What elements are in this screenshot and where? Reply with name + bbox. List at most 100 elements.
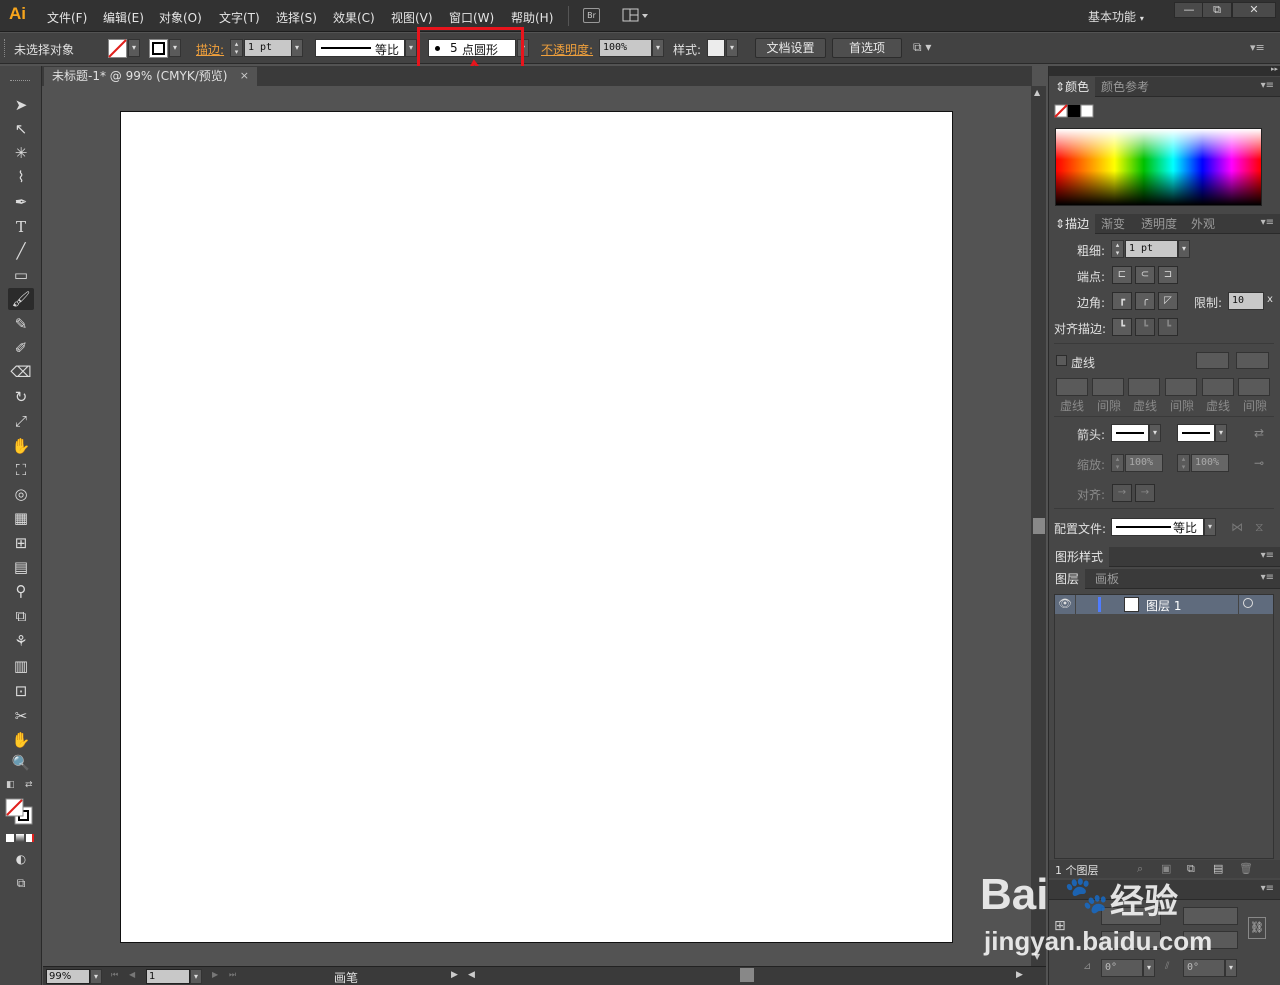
swap-colors-icon[interactable]: ⇄ [25,780,33,790]
panel-menu-icon[interactable]: ▾≡ [1250,41,1265,54]
opacity-field[interactable]: 100% [599,39,652,57]
align-center-icon[interactable]: ┗ [1112,318,1132,336]
hand-tool-icon[interactable]: ✋ [8,729,34,751]
last-artboard-icon[interactable]: ⏭ [229,970,236,980]
stroke-weight-field[interactable]: 1 pt [244,39,292,57]
swap-arrowheads-icon[interactable]: ⇄ [1254,426,1264,440]
butt-cap-icon[interactable]: ⊏ [1112,266,1132,284]
graphic-style-swatch[interactable] [707,39,725,57]
dash-field-2[interactable] [1128,378,1160,396]
weight-field[interactable]: 1 pt [1125,240,1178,258]
dash-field-3[interactable] [1202,378,1234,396]
minimize-button[interactable]: — [1174,2,1204,18]
rectangle-tool-icon[interactable]: ▭ [8,264,34,286]
artboard-dropdown[interactable]: ▾ [190,969,202,984]
color-spectrum[interactable] [1055,128,1262,206]
miter-join-icon[interactable]: ┏ [1112,292,1132,310]
direct-selection-tool-icon[interactable]: ↖ [8,118,34,140]
flip-along-icon[interactable]: ⋈ [1231,520,1243,534]
gap-field-2[interactable] [1165,378,1197,396]
layer-name[interactable]: 图层 1 [1146,597,1181,614]
magic-wand-tool-icon[interactable]: ✳ [8,142,34,164]
width-profile-dropdown[interactable]: ▾ [1204,518,1216,536]
menu-window[interactable]: 窗口(W) [449,9,494,26]
menu-edit[interactable]: 编辑(E) [103,9,144,26]
column-graph-tool-icon[interactable]: ▥ [8,655,34,677]
round-cap-icon[interactable]: ⊂ [1135,266,1155,284]
align-inside-icon[interactable]: ┗ [1135,318,1155,336]
stroke-weight-stepper[interactable]: ▴ ▾ [230,39,243,57]
align-outside-icon[interactable]: ┗ [1158,318,1178,336]
arrange-icon[interactable]: ⧉ ▾ [913,40,931,55]
opacity-label[interactable]: 不透明度: [541,41,593,58]
weight-dropdown[interactable]: ▾ [1178,240,1190,258]
start-arrowhead-dropdown[interactable]: ▾ [1149,424,1161,442]
default-colors-icon[interactable]: ◧ [6,780,15,790]
profile-dropdown[interactable]: ▾ [405,39,417,57]
rotate-tool-icon[interactable]: ↻ [8,386,34,408]
artboard-tool-icon[interactable]: ⊡ [8,680,34,702]
arrow-align-extend-icon[interactable]: → [1112,484,1132,502]
gradient-mode-icon[interactable] [16,834,24,842]
dashed-line-checkbox[interactable] [1056,355,1067,366]
tab-color-guide[interactable]: 颜色参考 [1095,77,1155,97]
scroll-left-icon[interactable]: ◀ [468,970,475,980]
workspace-switcher[interactable]: 基本功能 ▾ [1088,8,1144,25]
zoom-tool-icon[interactable]: 🔍 [8,752,34,774]
blend-tool-icon[interactable]: ⧉ [8,605,34,627]
menu-type[interactable]: 文字(T) [219,9,260,26]
fill-stroke-selector-icon[interactable] [5,798,35,826]
close-button[interactable]: ✕ [1232,2,1276,18]
eyedropper-tool-icon[interactable]: ⚲ [8,580,34,602]
menu-file[interactable]: 文件(F) [47,9,87,26]
scale-end-field[interactable]: 100% [1191,454,1229,472]
graphic-styles-menu-icon[interactable]: ▾≡ [1261,550,1274,561]
bridge-button[interactable]: Br [583,8,600,23]
tab-stroke[interactable]: ⇕描边 [1049,214,1096,234]
end-arrowhead-select[interactable] [1177,424,1215,442]
scale-tool-icon[interactable]: ⤢ [8,410,34,432]
variable-width-profile[interactable]: 等比 [315,39,405,57]
transform-panel-menu-icon[interactable]: ▾≡ [1261,883,1274,894]
lasso-tool-icon[interactable]: ⌇ [8,166,34,188]
dash-preserve-icon[interactable] [1196,352,1229,369]
paintbrush-tool-icon[interactable]: 🖌 [8,288,34,310]
status-menu-icon[interactable]: ▶ [451,970,458,980]
screen-mode-icon[interactable]: ⧉ [8,872,34,894]
blob-brush-tool-icon[interactable]: ✐ [8,337,34,359]
color-mode-icon[interactable] [6,834,14,842]
zoom-field[interactable]: 99% [46,969,90,984]
width-profile-select[interactable]: 等比 [1111,518,1204,536]
gradient-tool-icon[interactable]: ▤ [8,556,34,578]
scale-start-field[interactable]: 100% [1125,454,1163,472]
gap-field-1[interactable] [1092,378,1124,396]
next-artboard-icon[interactable]: ▶ [212,970,218,979]
weight-stepper[interactable]: ▴ ▾ [1111,240,1124,258]
round-join-icon[interactable]: ╭ [1135,292,1155,310]
fill-dropdown[interactable]: ▾ [128,39,140,57]
document-setup-button[interactable]: 文档设置 [755,38,826,58]
pen-tool-icon[interactable]: ✒ [8,191,34,213]
vertical-scroll-thumb[interactable] [1033,518,1045,534]
target-circle-icon[interactable] [1243,598,1253,608]
grip-icon[interactable] [4,39,7,57]
symbol-sprayer-tool-icon[interactable]: ⚘ [8,630,34,652]
projecting-cap-icon[interactable]: ⊐ [1158,266,1178,284]
scale-end-stepper[interactable]: ▴ ▾ [1177,454,1190,472]
flip-across-icon[interactable]: ⧖ [1255,520,1263,535]
scale-start-stepper[interactable]: ▴ ▾ [1111,454,1124,472]
layers-panel-menu-icon[interactable]: ▾≡ [1261,572,1274,583]
start-arrowhead-select[interactable] [1111,424,1149,442]
slice-tool-icon[interactable]: ✂ [8,705,34,727]
arrow-align-place-icon[interactable]: → [1135,484,1155,502]
preferences-button[interactable]: 首选项 [832,38,902,58]
menu-effect[interactable]: 效果(C) [333,9,375,26]
zoom-dropdown[interactable]: ▾ [90,969,102,984]
visibility-eye-icon[interactable]: 👁 [1058,597,1072,610]
gap-field-3[interactable] [1238,378,1270,396]
artboard-number-field[interactable]: 1 [146,969,190,984]
close-tab-icon[interactable]: × [240,67,249,85]
perspective-grid-tool-icon[interactable]: ▦ [8,507,34,529]
warp-tool-icon[interactable]: ✋ [8,435,34,457]
color-mode-buttons[interactable] [6,834,36,843]
